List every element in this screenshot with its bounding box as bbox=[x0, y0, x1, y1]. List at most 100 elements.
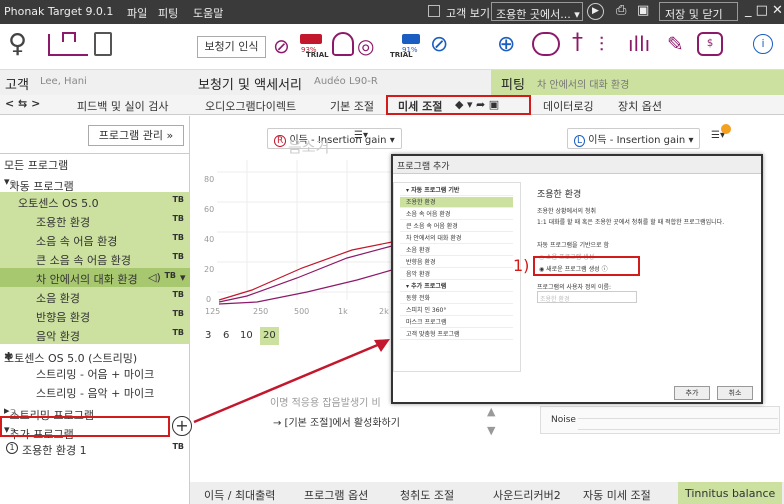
window-controls[interactable]: _ □ ✕ bbox=[745, 3, 783, 18]
list-item[interactable]: 음악 환경 bbox=[400, 269, 513, 280]
highlight-extra-group bbox=[0, 416, 170, 437]
noise-table: Noise bbox=[540, 406, 780, 434]
print-icon[interactable]: ⎙ bbox=[616, 3, 626, 18]
x-tick: 500 bbox=[294, 307, 310, 316]
program-item[interactable]: 오토센스 OS 5.0 TB bbox=[0, 192, 190, 211]
program-item[interactable]: 반향음 환경 TB bbox=[0, 306, 190, 325]
device-trial-icon[interactable]: 93% TRIAL bbox=[298, 34, 329, 59]
y-tick: 80 bbox=[204, 175, 215, 184]
wand-icon[interactable]: † bbox=[572, 30, 583, 55]
tab-device-options[interactable]: 장치 옵션 bbox=[618, 98, 662, 114]
y-tick: 0 bbox=[206, 295, 212, 304]
program-item[interactable]: 조용한 환경 TB bbox=[0, 211, 190, 230]
base-label: 자동 프로그램을 기반으로 함 bbox=[537, 242, 609, 249]
detect-device-button[interactable]: 보청기 인식 bbox=[197, 36, 266, 58]
program-desc2: 1:1 대화를 할 때 혹은 조용한 곳에서 청취를 할 때 적합한 프로그램입… bbox=[537, 219, 725, 226]
devices-header[interactable]: 보청기 및 액세서리 Audéo L90-R bbox=[190, 70, 491, 95]
list-group-auto[interactable]: ▾ 자동 프로그램 기반 bbox=[400, 185, 513, 196]
program-item[interactable]: 큰 소음 속 어음 환경 TB bbox=[0, 249, 190, 268]
client-header[interactable]: 고객 Lee, Hani bbox=[0, 70, 190, 95]
feedback-icon[interactable] bbox=[532, 32, 560, 56]
chart-title: 음소거 bbox=[288, 138, 330, 156]
list-item[interactable]: 큰 소음 속 어음 환경 bbox=[400, 221, 513, 232]
tab-basic[interactable]: 기본 조절 bbox=[330, 98, 374, 114]
y-tick: 60 bbox=[204, 205, 215, 214]
mute-icon-2[interactable]: ⊘ bbox=[430, 32, 448, 57]
tab-soundrecover[interactable]: 사운드리커버2 bbox=[493, 487, 561, 503]
info-icon[interactable]: i bbox=[753, 34, 773, 54]
highlight-fine-tab bbox=[386, 95, 531, 115]
gain-chart bbox=[197, 150, 392, 308]
device-select[interactable]: 조용한 곳에서... ▾ bbox=[491, 2, 583, 21]
dialog-titlebar: 프로그램 추가 bbox=[393, 156, 761, 174]
list-item[interactable]: 마스크 프로그램 bbox=[400, 317, 513, 328]
program-item[interactable]: 스트리밍 - 음악 + 마이크 bbox=[0, 382, 190, 401]
x-tick: 250 bbox=[253, 307, 269, 316]
save-close-button[interactable]: 저장 및 닫기 bbox=[659, 2, 738, 21]
y-tick: 40 bbox=[204, 235, 215, 244]
tab-tinnitus[interactable]: Tinnitus balance bbox=[678, 482, 783, 504]
list-item[interactable]: 스피치 인 360° bbox=[400, 305, 513, 316]
equalizer-icon[interactable]: ⫶ bbox=[599, 32, 604, 56]
program-heading: 조용한 환경 bbox=[537, 190, 582, 200]
add-button[interactable]: 추가 bbox=[674, 386, 710, 400]
program-item-active[interactable]: 차 안에서의 대화 환경 ◁) TB ▾ bbox=[0, 268, 190, 287]
hearing-aid-icon[interactable] bbox=[332, 32, 354, 56]
stream-program[interactable]: ✱ 오토센스 OS 5.0 (스트리밍) bbox=[0, 344, 190, 365]
mute-icon[interactable]: ⊘ bbox=[273, 34, 290, 58]
down-arrow-icon[interactable]: ▼ bbox=[487, 424, 495, 437]
save-icon[interactable]: ▣ bbox=[637, 3, 649, 18]
left-gain-select[interactable]: L 이득 - Insertion gain ▾ bbox=[567, 128, 701, 149]
cancel-button[interactable]: 취소 bbox=[717, 386, 753, 400]
program-item[interactable]: 음악 환경 TB bbox=[0, 325, 190, 344]
menu-help[interactable]: 도움말 bbox=[193, 5, 223, 21]
chart-options-icon[interactable]: ☰▾ bbox=[348, 128, 374, 143]
tab-feedback[interactable]: 피드백 및 실이 검사 bbox=[77, 98, 168, 114]
program-item[interactable]: 소음 속 어음 환경 TB bbox=[0, 230, 190, 249]
list-item[interactable]: 차 안에서의 대화 환경 bbox=[400, 233, 513, 244]
price-icon[interactable]: $ bbox=[697, 32, 723, 56]
program-item[interactable]: 소음 환경 TB bbox=[0, 287, 190, 306]
manage-programs-button[interactable]: 프로그램 관리 » bbox=[88, 125, 184, 146]
chevron-down-icon: ▾ bbox=[180, 271, 186, 284]
auto-programs-group[interactable]: ▾ 자동 프로그램 9 bbox=[0, 172, 190, 193]
audiogram-icon[interactable] bbox=[48, 32, 88, 56]
up-arrow-icon[interactable]: ▲ bbox=[487, 405, 495, 418]
list-item-selected[interactable]: 조용한 환경 bbox=[400, 197, 513, 208]
volume-icon[interactable]: ıllı bbox=[628, 32, 650, 56]
add-program-icon[interactable]: + bbox=[172, 416, 192, 436]
program-item[interactable]: 1 조용한 환경 1 TB bbox=[0, 439, 190, 458]
connect-icon[interactable]: ◎ bbox=[357, 34, 374, 58]
tab-program-options[interactable]: 프로그램 옵션 bbox=[304, 487, 368, 503]
list-item[interactable]: 반향음 환경 bbox=[400, 257, 513, 268]
tab-audibility[interactable]: 청취도 조절 bbox=[400, 487, 454, 503]
list-item[interactable]: 소음 속 어음 환경 bbox=[400, 209, 513, 220]
highlight-new-program bbox=[533, 256, 640, 276]
tab-audiogram-direct[interactable]: 오디오그램다이렉트 bbox=[205, 98, 296, 114]
sidebar: 프로그램 관리 » 모든 프로그램 ▾ 자동 프로그램 9 오토센스 OS 5.… bbox=[0, 116, 190, 504]
list-item[interactable]: 동향 전화 bbox=[400, 293, 513, 304]
step-marker: 1) bbox=[513, 256, 530, 275]
bottom-tab-bar: 이득 / 최대출력 프로그램 옵션 청취도 조절 사운드리커버2 자동 미세 조… bbox=[190, 482, 784, 504]
back-forward-icon[interactable]: < ⇆ > bbox=[5, 97, 40, 110]
target-icon[interactable]: ⊕ bbox=[497, 32, 515, 57]
list-group-extra[interactable]: ▾ 추가 프로그램 bbox=[400, 281, 513, 292]
list-item[interactable]: 고객 맞춤형 프로그램 bbox=[400, 329, 513, 340]
program-name-input[interactable]: 조용한 환경 bbox=[537, 291, 637, 303]
warning-dot-icon bbox=[721, 124, 731, 134]
tab-datalog[interactable]: 데이터로깅 bbox=[543, 98, 594, 114]
list-item[interactable]: 소음 환경 bbox=[400, 245, 513, 256]
client-view-checkbox[interactable] bbox=[428, 5, 440, 17]
tools-icon[interactable]: ✎ bbox=[667, 32, 684, 56]
all-programs[interactable]: 모든 프로그램 bbox=[0, 153, 190, 172]
device-trial-icon-2[interactable]: 91% TRIAL bbox=[390, 34, 422, 59]
program-item[interactable]: 스트리밍 - 어음 + 마이크 bbox=[0, 363, 190, 382]
client-icon[interactable]: ♀ bbox=[8, 31, 27, 57]
play-icon[interactable]: ▶ bbox=[587, 3, 604, 20]
document-icon[interactable] bbox=[94, 32, 112, 56]
tab-gain-output[interactable]: 이득 / 최대출력 bbox=[204, 487, 275, 503]
menu-fitting[interactable]: 피팅 bbox=[158, 5, 178, 21]
fitting-header[interactable]: 피팅 차 안에서의 대화 환경 bbox=[491, 70, 784, 95]
menu-file[interactable]: 파일 bbox=[127, 5, 147, 21]
tab-auto-fine[interactable]: 자동 미세 조절 bbox=[583, 487, 651, 503]
